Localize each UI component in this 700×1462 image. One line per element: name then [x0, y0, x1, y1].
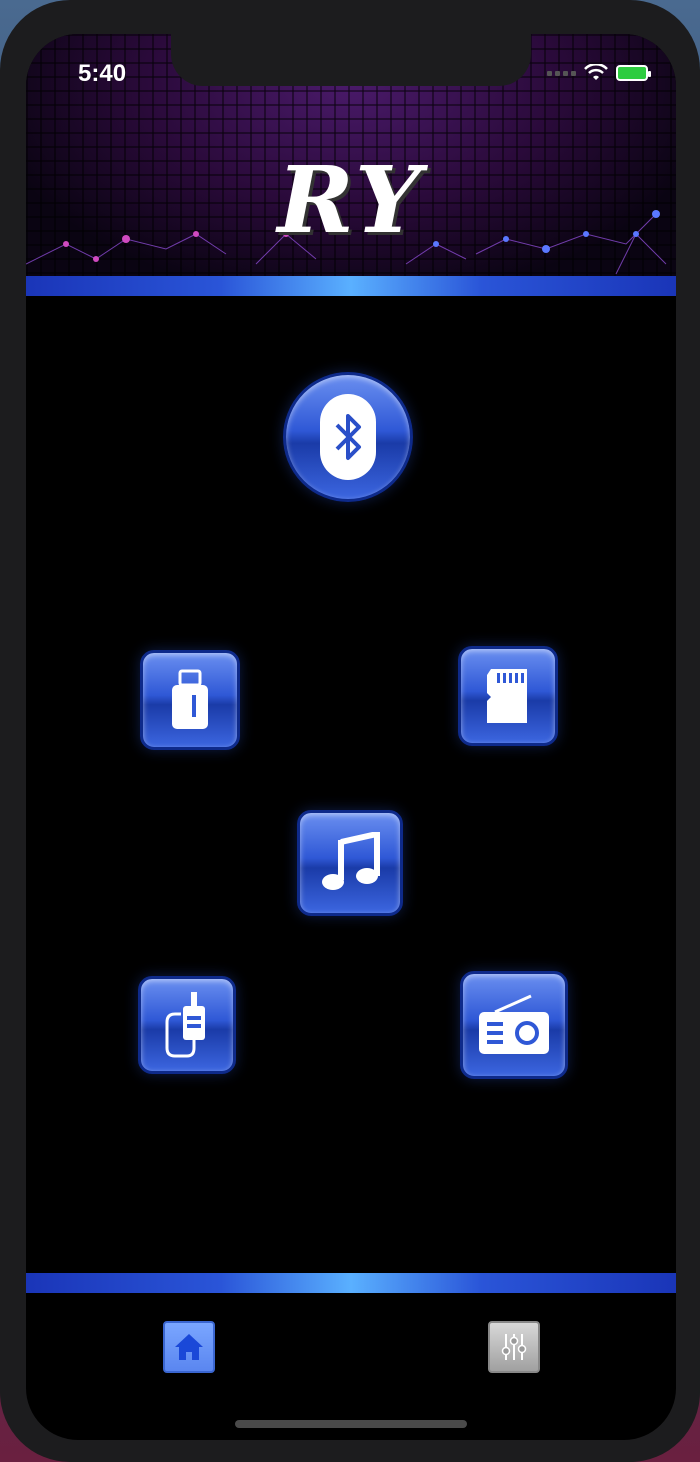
bluetooth-icon — [335, 414, 361, 460]
tab-equalizer[interactable] — [488, 1321, 540, 1373]
cellular-signal-icon — [547, 70, 576, 76]
music-note-icon — [322, 832, 380, 890]
phone-frame: 5:40 RY — [0, 0, 700, 1462]
home-indicator[interactable] — [235, 1420, 467, 1428]
home-icon — [175, 1334, 203, 1360]
usb-button[interactable] — [140, 650, 240, 750]
tab-home[interactable] — [163, 1321, 215, 1373]
bluetooth-badge — [320, 394, 376, 480]
notch — [171, 34, 531, 86]
battery-charging-icon — [616, 65, 651, 81]
sd-card-button[interactable] — [458, 646, 558, 746]
radio-button[interactable] — [460, 971, 568, 1079]
header-divider-bar — [26, 276, 676, 296]
status-time: 5:40 — [78, 60, 127, 87]
wifi-icon — [584, 64, 608, 80]
usb-drive-icon — [172, 669, 208, 729]
radio-icon — [479, 994, 549, 1054]
bluetooth-button[interactable] — [283, 372, 413, 502]
app-screen: 5:40 RY — [26, 34, 676, 1440]
app-logo: RY — [277, 146, 425, 254]
footer-divider-bar — [26, 1273, 676, 1293]
sd-card-icon — [487, 669, 527, 723]
aux-input-button[interactable] — [138, 976, 236, 1074]
status-icons — [547, 64, 651, 82]
equalizer-sliders-icon — [501, 1334, 527, 1360]
music-button[interactable] — [297, 810, 403, 916]
aux-cable-icon — [165, 992, 205, 1058]
